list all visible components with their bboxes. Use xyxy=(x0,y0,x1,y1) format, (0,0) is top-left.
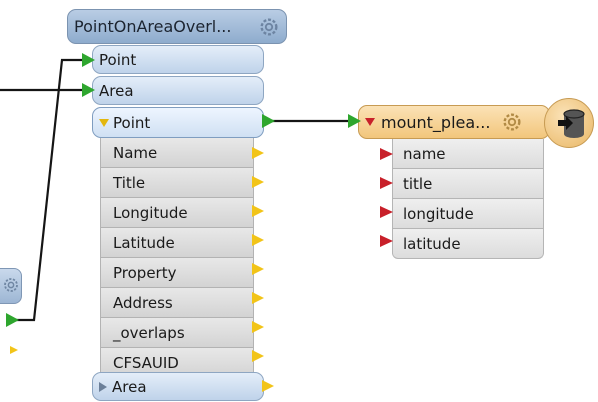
attribute-port-icon[interactable] xyxy=(252,205,264,217)
attribute-row[interactable]: Property xyxy=(100,258,254,288)
writer-attribute-name: title xyxy=(403,174,433,193)
attribute-name: Latitude xyxy=(113,233,175,252)
attribute-row[interactable]: _overlaps xyxy=(100,318,254,348)
collapse-toggle-icon[interactable] xyxy=(99,118,109,127)
transformer-header[interactable]: PointOnAreaOverl... xyxy=(67,9,287,44)
attribute-list: Name Title Longitude Latitude Property A… xyxy=(100,138,254,378)
collapse-toggle-icon[interactable] xyxy=(365,118,375,126)
database-writer-icon[interactable] xyxy=(544,98,594,148)
writer-attribute-name: name xyxy=(403,144,446,163)
connection-to-point-input xyxy=(12,58,84,322)
writer-attribute-port-icon[interactable] xyxy=(380,235,393,247)
expand-toggle-icon[interactable] xyxy=(99,381,107,392)
attribute-port-icon[interactable] xyxy=(252,263,264,275)
output-port-label: Area xyxy=(112,377,147,396)
output-port-point-icon[interactable] xyxy=(262,114,275,128)
attribute-name: Title xyxy=(113,173,146,192)
attribute-row[interactable]: Title xyxy=(100,168,254,198)
output-port-area[interactable]: Area xyxy=(92,372,264,401)
offscreen-gear-icon[interactable] xyxy=(2,276,20,294)
gear-icon[interactable] xyxy=(258,16,280,38)
attribute-port-icon[interactable] xyxy=(252,321,264,333)
attribute-row[interactable]: Address xyxy=(100,288,254,318)
attribute-name: CFSAUID xyxy=(113,353,179,372)
writer-attribute-row[interactable]: title xyxy=(392,169,544,199)
offscreen-attribute-port-icon[interactable] xyxy=(10,346,18,354)
writer-attribute-row[interactable]: latitude xyxy=(392,229,544,259)
input-port-area-icon[interactable] xyxy=(82,83,95,97)
output-port-area-icon[interactable] xyxy=(262,380,274,392)
writer-attribute-row[interactable]: longitude xyxy=(392,199,544,229)
attribute-name: Address xyxy=(113,293,173,312)
output-port-label: Point xyxy=(113,113,151,132)
writer-attribute-port-icon[interactable] xyxy=(380,148,393,160)
writer-attribute-port-icon[interactable] xyxy=(380,206,393,218)
writer-attribute-row[interactable]: name xyxy=(392,139,544,169)
writer-input-port-icon[interactable] xyxy=(348,114,361,128)
writer-attribute-name: longitude xyxy=(403,204,474,223)
attribute-port-icon[interactable] xyxy=(252,350,264,362)
attribute-row[interactable]: Name xyxy=(100,138,254,168)
input-port-point-icon[interactable] xyxy=(82,53,95,67)
writer-feature-type-header[interactable]: mount_plea... xyxy=(358,105,550,139)
offscreen-output-port-icon[interactable] xyxy=(6,313,19,327)
writer-title: mount_plea... xyxy=(381,112,491,132)
attribute-name: Longitude xyxy=(113,203,188,222)
attribute-port-icon[interactable] xyxy=(252,234,264,246)
attribute-name: Property xyxy=(113,263,177,282)
input-port-label: Point xyxy=(99,50,137,69)
attribute-port-icon[interactable] xyxy=(252,176,264,188)
writer-attribute-port-icon[interactable] xyxy=(380,177,393,189)
attribute-port-icon[interactable] xyxy=(252,292,264,304)
attribute-port-icon[interactable] xyxy=(252,147,264,159)
writer-attribute-name: latitude xyxy=(403,234,461,253)
attribute-name: Name xyxy=(113,143,158,162)
input-port-point[interactable]: Point xyxy=(92,45,264,74)
input-port-label: Area xyxy=(99,81,134,100)
output-port-point[interactable]: Point xyxy=(92,107,264,138)
attribute-row[interactable]: Longitude xyxy=(100,198,254,228)
writer-attribute-list: name title longitude latitude xyxy=(392,139,544,259)
transformer-title: PointOnAreaOverl... xyxy=(74,17,232,36)
input-port-area[interactable]: Area xyxy=(92,76,264,105)
attribute-name: _overlaps xyxy=(113,323,185,342)
gear-icon[interactable] xyxy=(501,111,523,133)
attribute-row[interactable]: Latitude xyxy=(100,228,254,258)
